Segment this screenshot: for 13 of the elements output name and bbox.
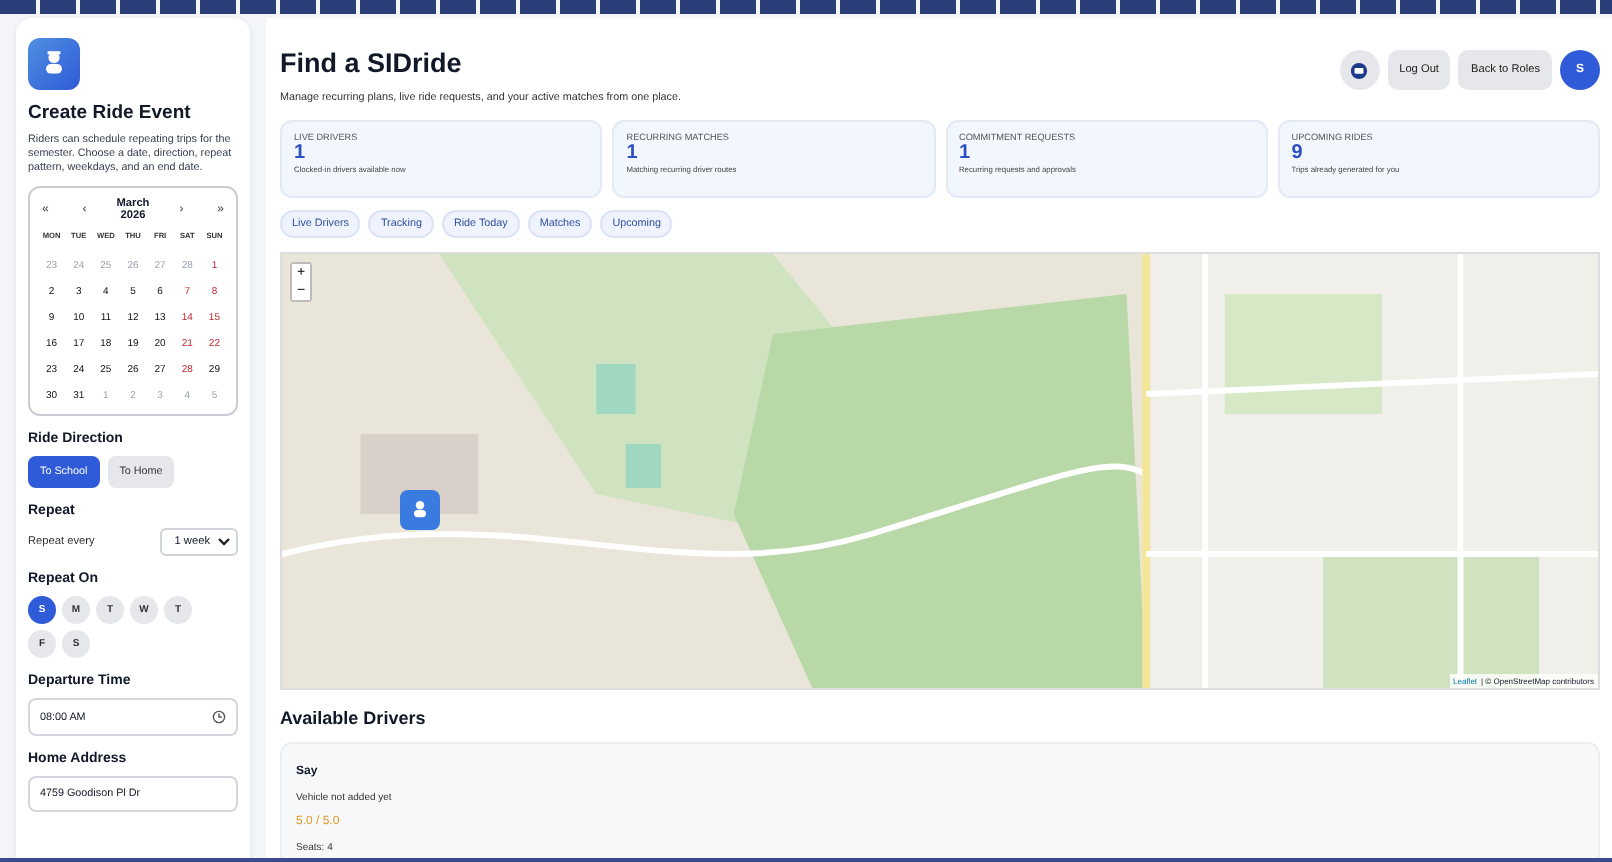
app-logo-icon [28, 38, 80, 90]
stat-value: 1 [626, 142, 640, 164]
chevron-down-icon [218, 538, 230, 547]
stat-value: 1 [294, 142, 308, 164]
panel-title: Create Ride Event [28, 102, 193, 124]
page-title: Find a SIDride [280, 48, 464, 78]
section-title: Available Drivers [280, 708, 428, 728]
stat-value: 1 [959, 142, 973, 164]
chat-button[interactable] [1339, 50, 1380, 90]
map-marker-icon[interactable] [400, 490, 440, 530]
stat-value: 9 [1291, 142, 1305, 164]
chat-icon [1350, 61, 1369, 79]
clock-icon [212, 710, 226, 725]
